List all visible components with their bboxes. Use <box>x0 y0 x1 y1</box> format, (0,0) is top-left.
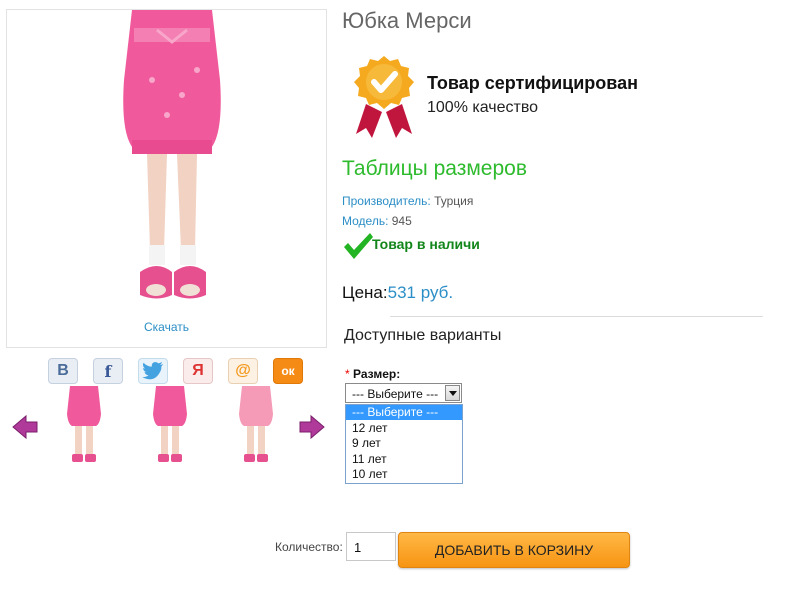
facebook-glyph: f <box>104 361 112 381</box>
size-dropdown-list: --- Выберите --- 12 лет 9 лет 11 лет 10 … <box>345 404 463 484</box>
size-option[interactable]: 10 лет <box>346 467 462 482</box>
mail-ru-glyph: @ <box>235 362 251 379</box>
twitter-icon[interactable] <box>138 358 168 384</box>
moi-mir-glyph: Я <box>192 362 204 379</box>
certificate-title: Товар сертифицирован <box>427 73 638 93</box>
price-label: Цена: <box>342 283 388 302</box>
thumbnail-2[interactable] <box>148 386 192 464</box>
divider <box>390 316 763 317</box>
vk-glyph: В <box>57 362 69 379</box>
quantity-label: Количество: <box>275 540 343 554</box>
thumbnail-1[interactable] <box>62 386 106 464</box>
variants-title: Доступные варианты <box>344 327 502 344</box>
stock-status-text: Товар в наличи <box>372 236 480 252</box>
facebook-icon[interactable]: f <box>93 358 123 384</box>
model-label: Модель: <box>342 214 389 228</box>
main-product-photo[interactable] <box>112 10 232 315</box>
carousel-next-arrow-icon[interactable] <box>299 414 325 440</box>
checkmark-icon <box>344 233 373 259</box>
chevron-down-icon[interactable] <box>445 385 460 401</box>
size-option[interactable]: 12 лет <box>346 421 462 436</box>
size-select-value: --- Выберите --- <box>352 387 439 401</box>
vk-icon[interactable]: В <box>48 358 78 384</box>
size-tables-link[interactable]: Таблицы размеров <box>342 157 527 181</box>
size-label-text: Размер: <box>353 367 401 381</box>
product-title: Юбка Мерси <box>342 8 472 33</box>
required-marker: * <box>345 367 350 381</box>
size-option[interactable]: 11 лет <box>346 452 462 467</box>
size-option[interactable]: 9 лет <box>346 436 462 451</box>
certified-badge-icon <box>354 56 414 138</box>
twitter-bird-glyph <box>142 362 163 380</box>
carousel-prev-arrow-icon[interactable] <box>12 414 38 440</box>
size-select[interactable]: --- Выберите --- <box>345 383 462 403</box>
mail-ru-icon[interactable]: @ <box>228 358 258 384</box>
odnoklassniki-glyph: ок <box>281 364 295 378</box>
odnoklassniki-icon[interactable]: ок <box>273 358 303 384</box>
download-image-link[interactable]: Скачать <box>7 320 326 334</box>
manufacturer-label[interactable]: Производитель: <box>342 194 431 208</box>
manufacturer-value: Турция <box>434 194 474 208</box>
quantity-value: 1 <box>354 540 362 555</box>
model-line: Модель: 945 <box>342 214 412 228</box>
price-value: 531 руб. <box>387 283 454 302</box>
certificate-subtitle: 100% качество <box>427 99 539 116</box>
moi-mir-icon[interactable]: Я <box>183 358 213 384</box>
size-label: * Размер: <box>345 367 400 381</box>
quantity-input[interactable]: 1 <box>346 532 396 561</box>
model-value: 945 <box>391 214 412 228</box>
size-option[interactable]: --- Выберите --- <box>346 405 462 420</box>
thumbnail-3[interactable] <box>234 386 278 464</box>
main-product-image-box: Скачать <box>6 9 327 348</box>
add-to-cart-button[interactable]: ДОБАВИТЬ В КОРЗИНУ <box>398 532 630 568</box>
price: Цена:531 руб. <box>342 283 453 303</box>
manufacturer-line: Производитель: Турция <box>342 194 473 208</box>
